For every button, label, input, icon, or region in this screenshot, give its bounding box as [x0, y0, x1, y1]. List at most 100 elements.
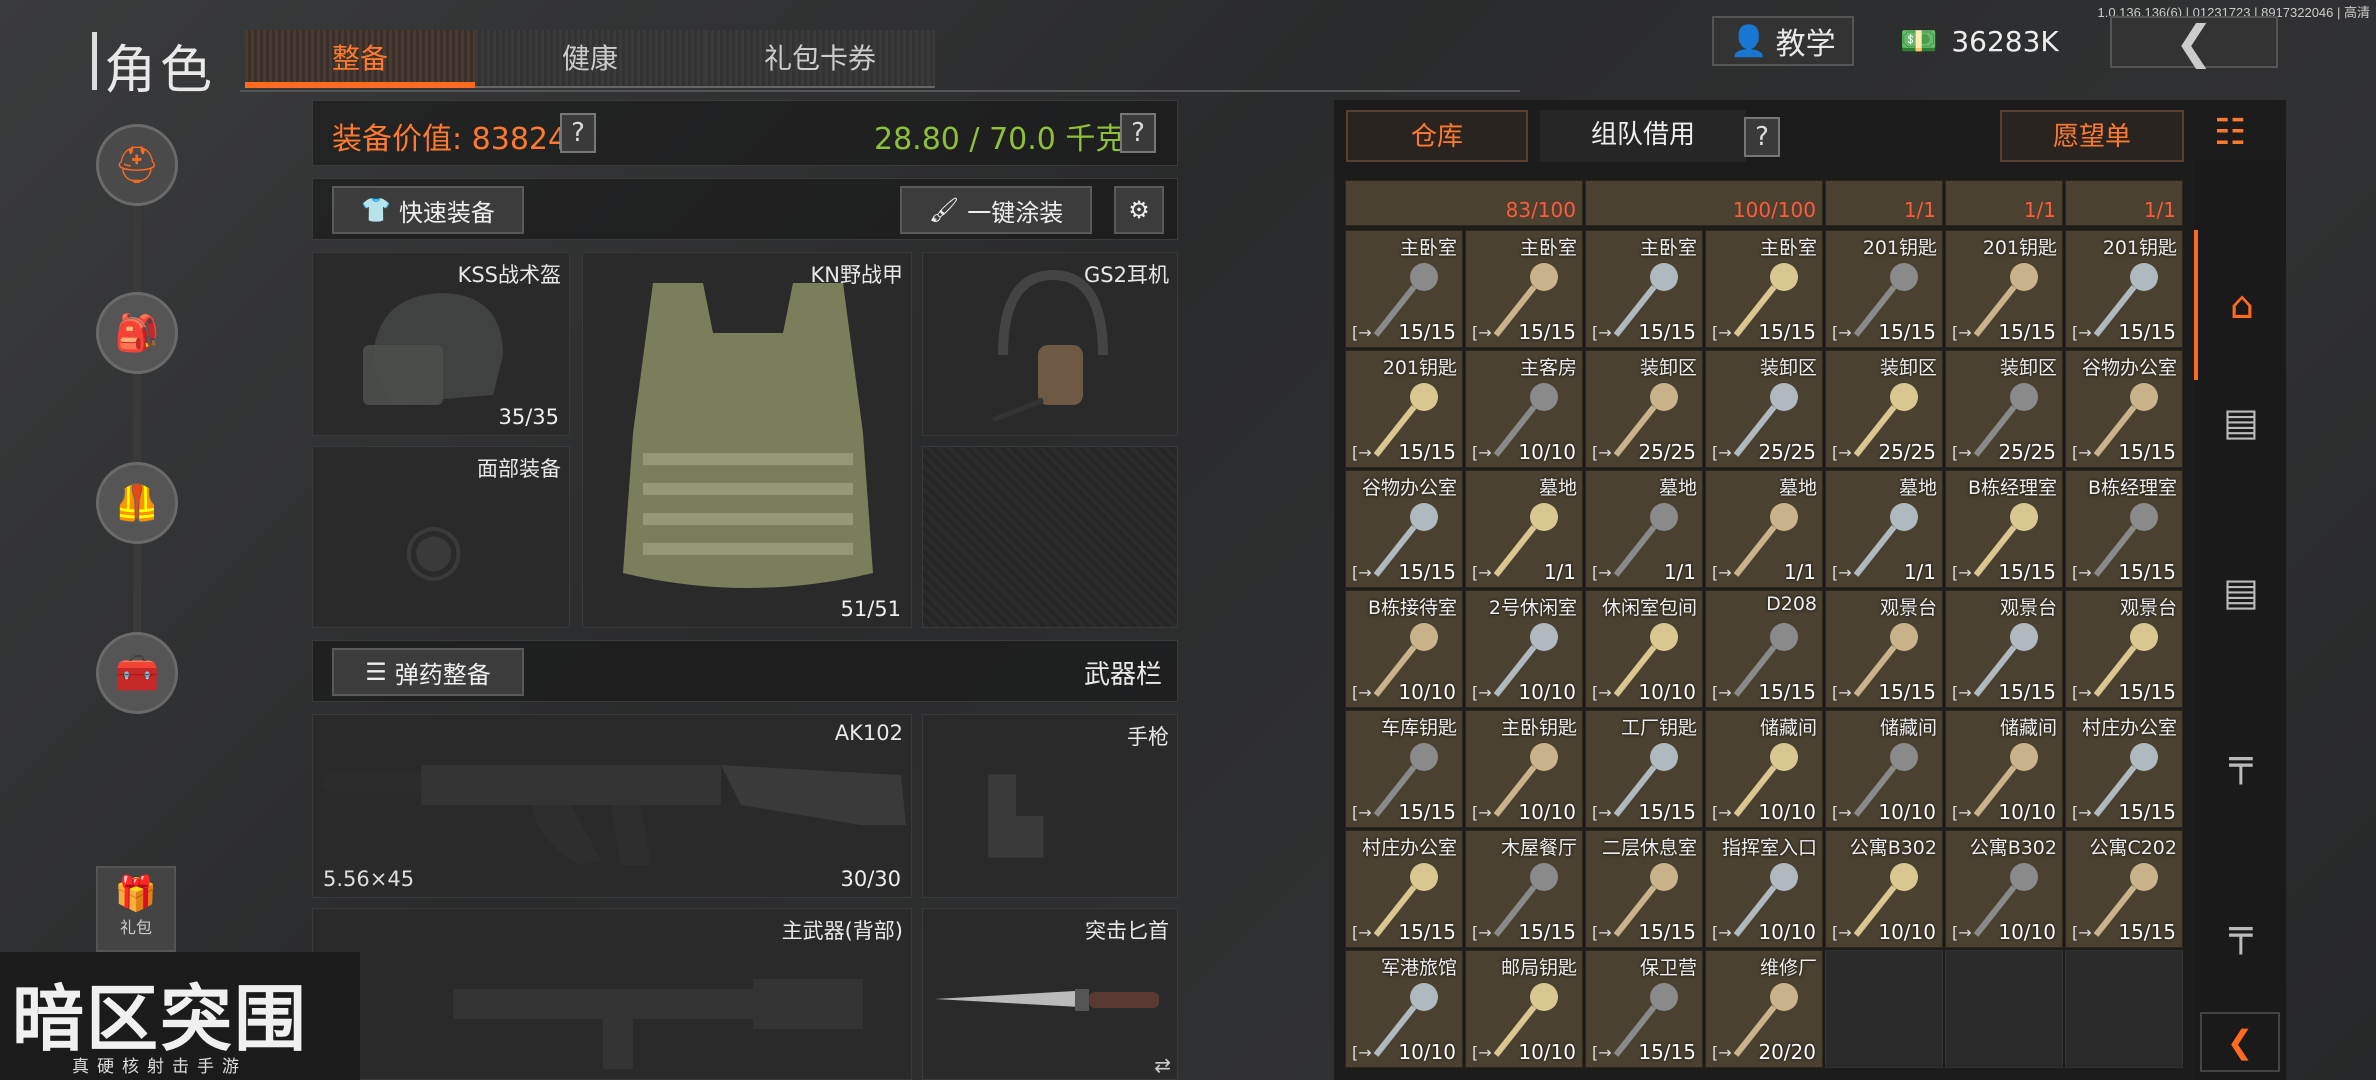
key-item[interactable]: B栋接待室 [→ 10/10 [1345, 590, 1463, 708]
key-item[interactable]: 201钥匙 [→ 15/15 [1825, 230, 1943, 348]
tutorial-button[interactable]: 👤 教学 [1712, 16, 1854, 66]
pistol-slot[interactable]: ▙ 手枪 [922, 714, 1178, 898]
key-item[interactable]: 主卧室 [→ 15/15 [1345, 230, 1463, 348]
home-icon[interactable]: ⌂ [2194, 230, 2286, 380]
side-nav-case[interactable]: 🧰 [96, 632, 178, 714]
key-item[interactable]: 201钥匙 [→ 15/15 [2065, 230, 2183, 348]
tab-warehouse[interactable]: 仓库 [1346, 110, 1528, 162]
key-item[interactable]: 装卸区 [→ 25/25 [1945, 350, 2063, 468]
box-icon-2[interactable]: ▤ [2206, 570, 2276, 630]
back-weapon-slot[interactable]: 主武器(背部) [312, 908, 912, 1080]
key-item[interactable]: 村庄办公室 [→ 15/15 [2065, 710, 2183, 828]
key-item[interactable]: 主卧室 [→ 15/15 [1465, 230, 1583, 348]
key-item[interactable]: 主客房 [→ 10/10 [1465, 350, 1583, 468]
item-count: 15/15 [2118, 680, 2176, 704]
item-name: 201钥匙 [1982, 237, 2057, 259]
key-item[interactable]: 储藏间 [→ 10/10 [1825, 710, 1943, 828]
key-item[interactable]: 公寓B302 [→ 10/10 [1945, 830, 2063, 948]
key-item[interactable]: 墓地 [→ 1/1 [1585, 470, 1703, 588]
key-item[interactable]: 墓地 [→ 1/1 [1825, 470, 1943, 588]
paint-button[interactable]: 🖌 一键涂装 [900, 186, 1092, 234]
storage-item-partial[interactable]: 83/100 [1345, 180, 1583, 226]
knife-slot[interactable]: 突击匕首 ⇄ [922, 908, 1178, 1080]
helmet-slot[interactable]: KSS战术盔 35/35 [312, 252, 570, 436]
key-item[interactable]: B栋经理室 [→ 15/15 [1945, 470, 2063, 588]
key-item[interactable]: 观景台 [→ 15/15 [1825, 590, 1943, 708]
sort-icon[interactable]: ☷ [2214, 112, 2246, 153]
box-icon[interactable]: ▤ [2206, 400, 2276, 460]
marked-icon: [→ [1712, 923, 1732, 942]
paint-label: 一键涂装 [967, 198, 1064, 227]
key-item[interactable]: 邮局钥匙 [→ 10/10 [1465, 950, 1583, 1068]
gift-button[interactable]: 🎁 礼包 [96, 866, 176, 952]
storage-item-partial[interactable]: 1/1 [2065, 180, 2183, 226]
key-item[interactable]: 谷物办公室 [→ 15/15 [2065, 350, 2183, 468]
key-item[interactable]: 主卧室 [→ 15/15 [1585, 230, 1703, 348]
ammo-button[interactable]: ☰ 弹药整备 [332, 648, 524, 696]
storage-item-partial[interactable]: 1/1 [1945, 180, 2063, 226]
item-count: 15/15 [1998, 320, 2056, 344]
back-arrow-icon: ❮ [2174, 15, 2214, 69]
storage-item-partial[interactable]: 1/1 [1825, 180, 1943, 226]
key-item[interactable]: 工厂钥匙 [→ 15/15 [1585, 710, 1703, 828]
primary-weapon-slot[interactable]: AK102 5.56×45 30/30 [312, 714, 912, 898]
key-item[interactable]: 2号休闲室 [→ 10/10 [1465, 590, 1583, 708]
key-item[interactable]: 装卸区 [→ 25/25 [1705, 350, 1823, 468]
key-item[interactable]: 休闲室包间 [→ 10/10 [1585, 590, 1703, 708]
key-item[interactable]: 维修厂 [→ 20/20 [1705, 950, 1823, 1068]
item-count: 15/15 [2118, 800, 2176, 824]
key-item[interactable]: 公寓C202 [→ 15/15 [2065, 830, 2183, 948]
side-nav-equipment[interactable]: ⛑ [96, 124, 178, 206]
marked-icon: [→ [1712, 683, 1732, 702]
quick-equip-button[interactable]: 👕 快速装备 [332, 186, 524, 234]
armor-slot[interactable]: KN野战甲 51/51 [582, 252, 912, 628]
key-item[interactable]: 谷物办公室 [→ 15/15 [1345, 470, 1463, 588]
key-item[interactable]: 车库钥匙 [→ 15/15 [1345, 710, 1463, 828]
rifle-filter-icon-2[interactable]: ╤ [2206, 910, 2276, 970]
key-item[interactable]: B栋经理室 [→ 15/15 [2065, 470, 2183, 588]
tab-team-borrow[interactable]: 组队借用 [1540, 110, 1746, 162]
value-help-button[interactable]: ? [560, 113, 596, 153]
key-item[interactable]: 201钥匙 [→ 15/15 [1945, 230, 2063, 348]
vest-armor-icon [623, 283, 873, 588]
key-item[interactable]: 二层休息室 [→ 15/15 [1585, 830, 1703, 948]
key-item[interactable]: 观景台 [→ 15/15 [1945, 590, 2063, 708]
back-button[interactable]: ❮ [2110, 16, 2278, 68]
side-nav-vest[interactable]: 🦺 [96, 462, 178, 544]
key-item[interactable]: 墓地 [→ 1/1 [1705, 470, 1823, 588]
item-name: 主卧室 [1399, 237, 1457, 259]
side-nav-backpack[interactable]: 🎒 [96, 292, 178, 374]
rifle-filter-icon[interactable]: ╤ [2206, 740, 2276, 800]
key-item[interactable]: 主卧钥匙 [→ 10/10 [1465, 710, 1583, 828]
key-item[interactable]: 储藏间 [→ 10/10 [1945, 710, 2063, 828]
tutor-icon: 👤 [1730, 23, 1768, 59]
key-item[interactable]: 储藏间 [→ 10/10 [1705, 710, 1823, 828]
collapse-arrow-icon[interactable]: ❮ [2200, 1012, 2280, 1072]
key-item[interactable]: 木屋餐厅 [→ 15/15 [1465, 830, 1583, 948]
tab-equip[interactable]: 整备 [245, 30, 475, 88]
key-item[interactable]: 指挥室入口 [→ 10/10 [1705, 830, 1823, 948]
key-item[interactable]: 装卸区 [→ 25/25 [1585, 350, 1703, 468]
storage-item-partial[interactable]: 100/100 [1585, 180, 1823, 226]
key-item[interactable]: 墓地 [→ 1/1 [1465, 470, 1583, 588]
key-item[interactable]: D208 [→ 15/15 [1705, 590, 1823, 708]
key-item[interactable]: 公寓B302 [→ 10/10 [1825, 830, 1943, 948]
wishlist-button[interactable]: 愿望单 [2000, 110, 2184, 162]
key-item[interactable]: 保卫营 [→ 15/15 [1585, 950, 1703, 1068]
tab-gift-card[interactable]: 礼包卡券 [705, 30, 935, 88]
key-item[interactable]: 201钥匙 [→ 15/15 [1345, 350, 1463, 468]
key-item[interactable]: 村庄办公室 [→ 15/15 [1345, 830, 1463, 948]
key-item[interactable]: 主卧室 [→ 15/15 [1705, 230, 1823, 348]
weight-help-button[interactable]: ? [1120, 113, 1156, 153]
headset-slot[interactable]: GS2耳机 [922, 252, 1178, 436]
tab-health[interactable]: 健康 [475, 30, 705, 88]
marked-icon: [→ [1592, 683, 1612, 702]
swap-icon[interactable]: ⇄ [1154, 1053, 1171, 1077]
settings-button[interactable]: ⚙ [1114, 186, 1164, 234]
face-gear-slot[interactable]: ◉ 面部装备 [312, 446, 570, 628]
storage-help-button[interactable]: ? [1744, 117, 1780, 157]
key-item[interactable]: 观景台 [→ 15/15 [2065, 590, 2183, 708]
key-item[interactable]: 装卸区 [→ 25/25 [1825, 350, 1943, 468]
marked-icon: [→ [1712, 803, 1732, 822]
key-item[interactable]: 军港旅馆 [→ 10/10 [1345, 950, 1463, 1068]
